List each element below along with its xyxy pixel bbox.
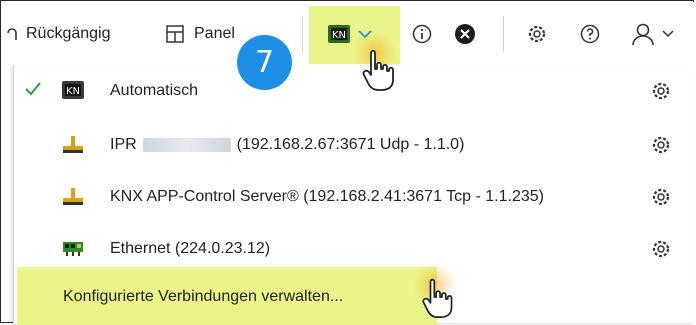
help-button[interactable] [580, 2, 600, 65]
menu-item-label-prefix: IPR [110, 136, 137, 153]
network-connector-icon [62, 187, 84, 212]
toolbar-separator [503, 16, 504, 52]
gear-icon[interactable] [650, 134, 672, 161]
help-icon [580, 24, 600, 44]
panel-label: Panel [194, 24, 235, 42]
user-menu-button[interactable] [630, 2, 674, 65]
ethernet-card-icon [62, 239, 84, 262]
pointer-hand-icon [419, 276, 463, 325]
gear-icon[interactable] [650, 80, 672, 107]
menu-item-label: Automatisch [110, 82, 199, 99]
menu-item-label-suffix: (192.168.2.67:3671 Udp - 1.1.0) [236, 136, 465, 153]
gear-icon [526, 23, 548, 45]
disconnect-button[interactable] [454, 2, 476, 65]
svg-text:KN: KN [332, 30, 346, 41]
manage-connections-menu-item[interactable]: Konfigurierte Verbindungen verwalten... [17, 273, 437, 321]
user-icon [630, 22, 656, 46]
menu-item-automatic[interactable]: KN Automatisch [14, 67, 694, 115]
svg-text:KN: KN [66, 86, 80, 97]
gear-icon[interactable] [650, 238, 672, 265]
undo-icon [6, 26, 18, 42]
gear-icon[interactable] [650, 186, 672, 213]
undo-button[interactable]: Rückgängig [6, 2, 111, 65]
manage-connections-label: Konfigurierte Verbindungen verwalten... [63, 288, 344, 305]
menu-item-app-control-server[interactable]: KNX APP-Control Server® (192.168.2.41:36… [14, 173, 694, 221]
panel-button[interactable]: Panel [166, 2, 235, 65]
step-number-badge: 7 [237, 35, 292, 90]
checkmark-icon [24, 80, 42, 103]
knx-auto-icon: KN [62, 81, 84, 104]
info-button[interactable] [412, 2, 432, 65]
panel-icon [166, 24, 184, 43]
undo-label: Rückgängig [26, 24, 111, 42]
redacted-name [142, 137, 231, 152]
knx-connection-icon: KN [328, 24, 350, 43]
network-connector-icon [62, 135, 84, 160]
pointer-hand-icon [359, 47, 405, 98]
settings-button[interactable] [526, 2, 548, 65]
menu-item-label: KNX APP-Control Server® (192.168.2.41:36… [110, 188, 544, 205]
menu-item-label: Ethernet (224.0.23.12) [110, 240, 271, 257]
close-circle-icon [454, 23, 476, 45]
chevron-down-icon [662, 29, 674, 38]
menu-item-ethernet[interactable]: Ethernet (224.0.23.12) [14, 225, 694, 273]
menu-item-ipr[interactable]: IPR (192.168.2.67:3671 Udp - 1.1.0) [14, 121, 694, 169]
info-icon [412, 24, 432, 44]
toolbar: Rückgängig Panel KN [2, 2, 694, 65]
toolbar-separator [302, 16, 303, 52]
window-frame: Rückgängig Panel KN 7 KN Automatisch IPR… [0, 0, 694, 325]
